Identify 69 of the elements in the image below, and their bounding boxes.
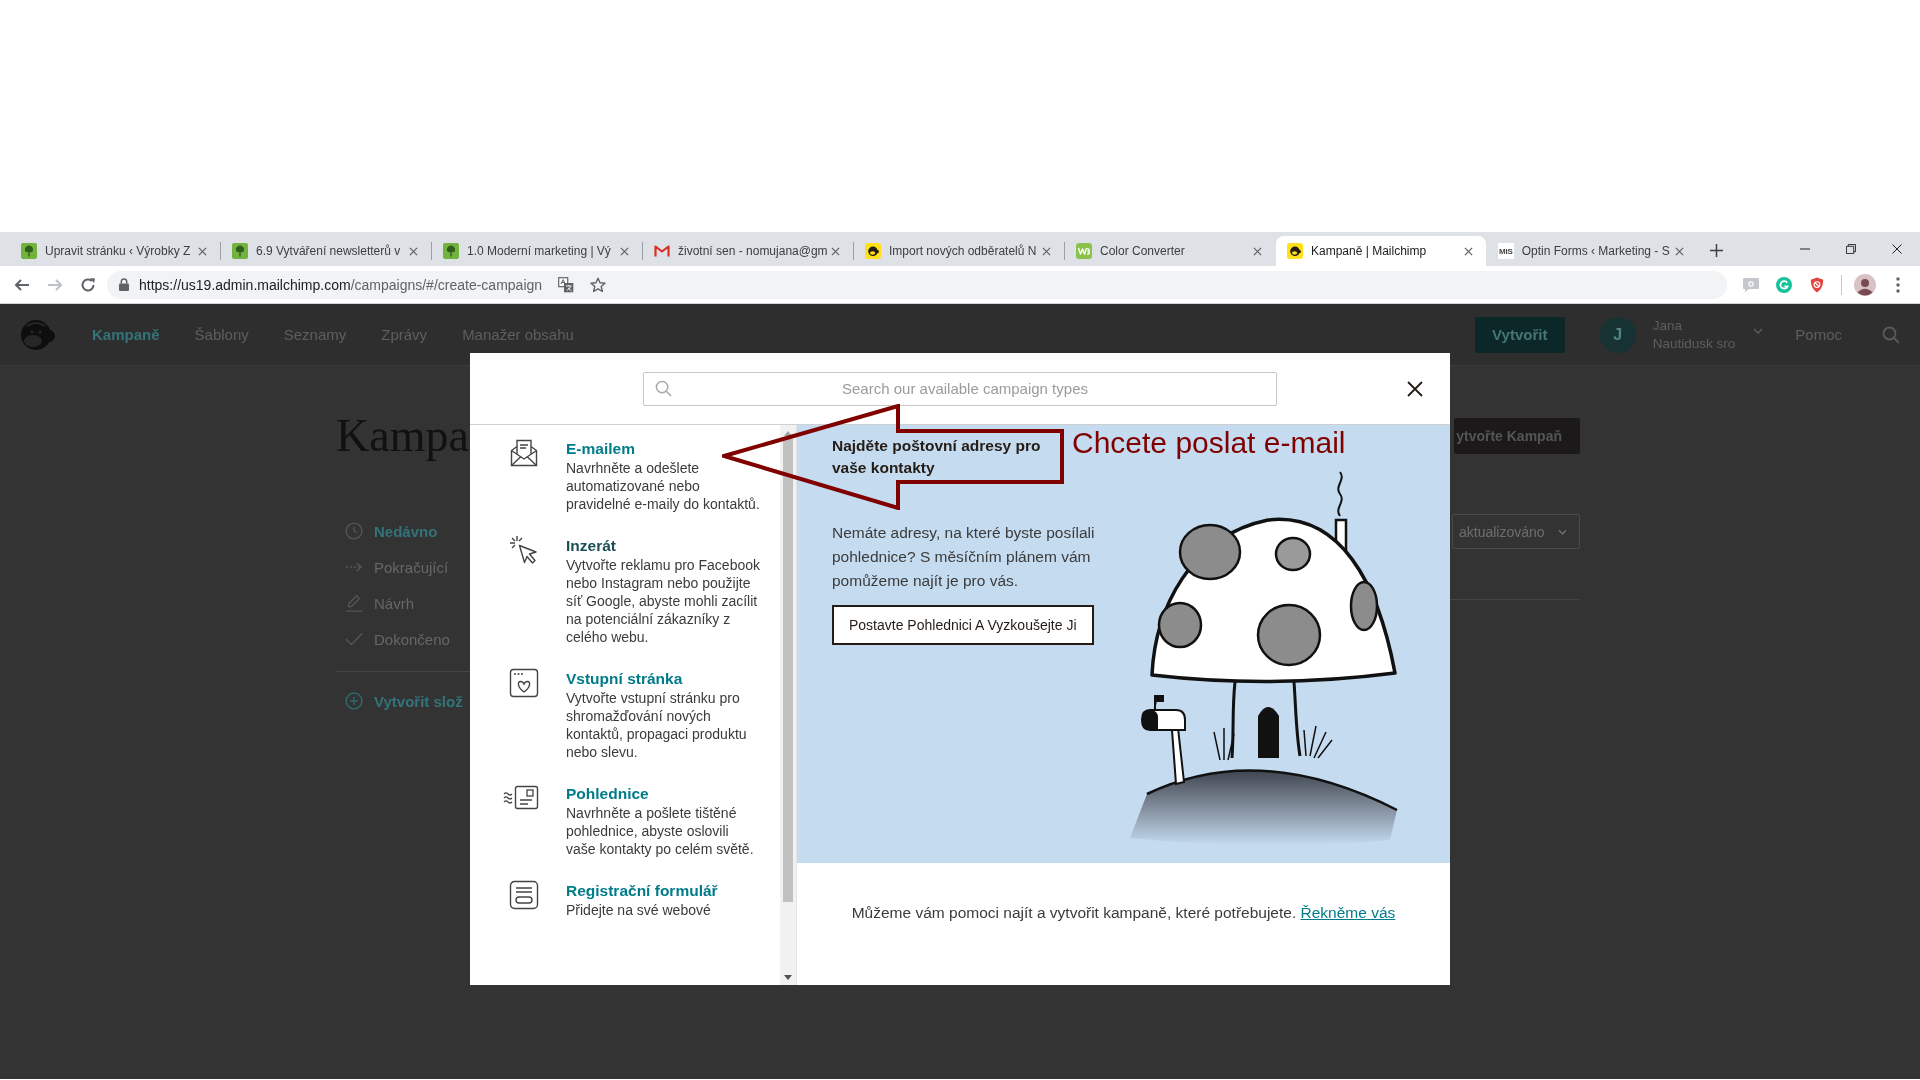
help-text: Můžeme vám pomoci najít a vytvořit kampaně, které potřebujete. Řekněme vás xyxy=(850,903,1397,923)
reload-icon[interactable] xyxy=(80,276,96,293)
promo-heading: Najděte poštovní adresy pro vaše kontakty xyxy=(832,436,1042,478)
chevron-icon xyxy=(1558,528,1567,535)
url-text: https://us19.admin.mailchimp.com/campaigns/#/create-campaign xyxy=(139,276,543,293)
address-bar[interactable]: https://us19.admin.mailchimp.com/campaigns/#/create-campaign xyxy=(107,270,1727,299)
close-icon xyxy=(1892,244,1902,254)
create-button[interactable]: Vytvořit xyxy=(1474,316,1565,353)
contact-link[interactable]: Řekněme vás xyxy=(1300,904,1396,921)
back-icon[interactable] xyxy=(14,276,30,293)
campaign-type-description: Navrhněte a pošlete tištěné pohlednice, abyste oslovili vaše kontakty po celém světě. xyxy=(566,804,755,858)
lock-icon xyxy=(119,278,129,291)
form-icon xyxy=(509,880,539,910)
campaign-type-title: Pohlednice xyxy=(566,784,650,804)
mail-icon xyxy=(654,243,670,259)
cursor-click-icon xyxy=(509,535,539,565)
site-logo: MIS xyxy=(1498,243,1514,259)
postcard-icon xyxy=(503,785,539,811)
shield-icon[interactable] xyxy=(1808,276,1826,293)
tree-icon xyxy=(443,243,459,259)
scroll-up-icon[interactable] xyxy=(784,431,792,436)
campaign-type-item[interactable]: E-mailem Navrhněte a odešlete automatizované nebo pravidelné e-maily do kontaktů. xyxy=(503,438,780,513)
browser-tab[interactable]: 6.9 Vytváření newsletterů v xyxy=(221,236,431,266)
wave-icon xyxy=(1076,243,1092,259)
check-icon xyxy=(345,630,363,648)
campaign-type-description: Vytvořte reklamu pro Facebook nebo Instagram nebo použijte síť Google, abyste mohli zacílit na potenciální zákazníky z celého webu. xyxy=(566,556,761,646)
promo-text: Nemáte adresy, na které byste posílali pohlednice? S měsíčním plánem vám pomůžeme najít je pro vás. xyxy=(832,523,1096,591)
annotation-text: Chcete poslat e-mail xyxy=(1072,426,1346,459)
avatar-icon[interactable] xyxy=(1854,273,1876,296)
campaign-type-title: E-mailem xyxy=(566,439,636,459)
browser-tab[interactable]: MIS Optin Forms ‹ Marketing - S xyxy=(1487,236,1697,266)
campaign-type-title: Inzerát xyxy=(566,536,617,556)
browser-tab[interactable]: Import nových odběratelů N xyxy=(854,236,1064,266)
plus-icon[interactable] xyxy=(1710,244,1723,257)
envelope-icon xyxy=(509,438,539,468)
monkey-icon xyxy=(865,243,881,259)
browser-tab[interactable]: životní sen - nomujana@gm xyxy=(643,236,853,266)
close-icon[interactable] xyxy=(1407,380,1423,397)
scrollbar-thumb[interactable] xyxy=(783,439,793,902)
campaign-type-description: Navrhněte a odešlete automatizované nebo pravidelné e-maily do kontaktů. xyxy=(566,459,761,513)
restore-icon xyxy=(1846,244,1856,254)
campaign-type-description: Přidejte na své webové xyxy=(566,901,712,919)
ring-icon[interactable] xyxy=(1775,276,1793,293)
browser-tab[interactable]: Upravit stránku ‹ Výrobky Z xyxy=(10,236,220,266)
campaign-type-item[interactable]: Vstupní stránka Vytvořte vstupní stránku pro shromažďování nových kontaktů, propagaci produktu nebo slevu. xyxy=(503,668,780,761)
scroll-down-icon[interactable] xyxy=(784,975,792,980)
campaign-type-description: Vytvořte vstupní stránku pro shromažďování nových kontaktů, propagaci produktu nebo slevu. xyxy=(566,689,748,761)
browser-tab[interactable]: Kampaně | Mailchimp xyxy=(1276,236,1486,266)
campaign-type-item[interactable]: Inzerát Vytvořte reklamu pro Facebook nebo Instagram nebo použijte síť Google, abyste mohli zacílit na potenciální zákazníky z celého webu. xyxy=(503,535,780,646)
tree-icon xyxy=(232,243,248,259)
browser-tab[interactable]: Color Converter xyxy=(1065,236,1275,266)
search-icon xyxy=(655,379,672,397)
star-icon[interactable] xyxy=(590,276,607,293)
plus-circle-icon xyxy=(345,692,363,710)
campaign-type-title: Vstupní stránka xyxy=(566,669,684,689)
tree-icon xyxy=(21,243,37,259)
search-field[interactable]: Search our available campaign types xyxy=(643,371,1277,406)
menu-icon[interactable] xyxy=(1896,276,1900,293)
browser-tab[interactable]: 1.0 Moderní marketing | Vý xyxy=(432,236,642,266)
scrollbar[interactable] xyxy=(780,425,796,985)
try-postcard-button[interactable]: Postavte Pohlednici A Vyzkoušejte Ji xyxy=(832,605,1094,645)
monkey-icon xyxy=(1287,243,1303,259)
pencil-icon xyxy=(345,594,363,612)
campaign-type-item[interactable]: Registrační formulář Přidejte na své webové xyxy=(503,880,780,919)
clock-icon xyxy=(345,522,363,540)
user-avatar[interactable]: J xyxy=(1599,316,1636,353)
campaign-type-title: Registrační formulář xyxy=(566,881,719,901)
campaign-type-item[interactable]: Pohlednice Navrhněte a pošlete tištěné pohlednice, abyste oslovili vaše kontakty po celém světě. xyxy=(503,783,780,858)
translate-icon[interactable] xyxy=(558,276,575,293)
